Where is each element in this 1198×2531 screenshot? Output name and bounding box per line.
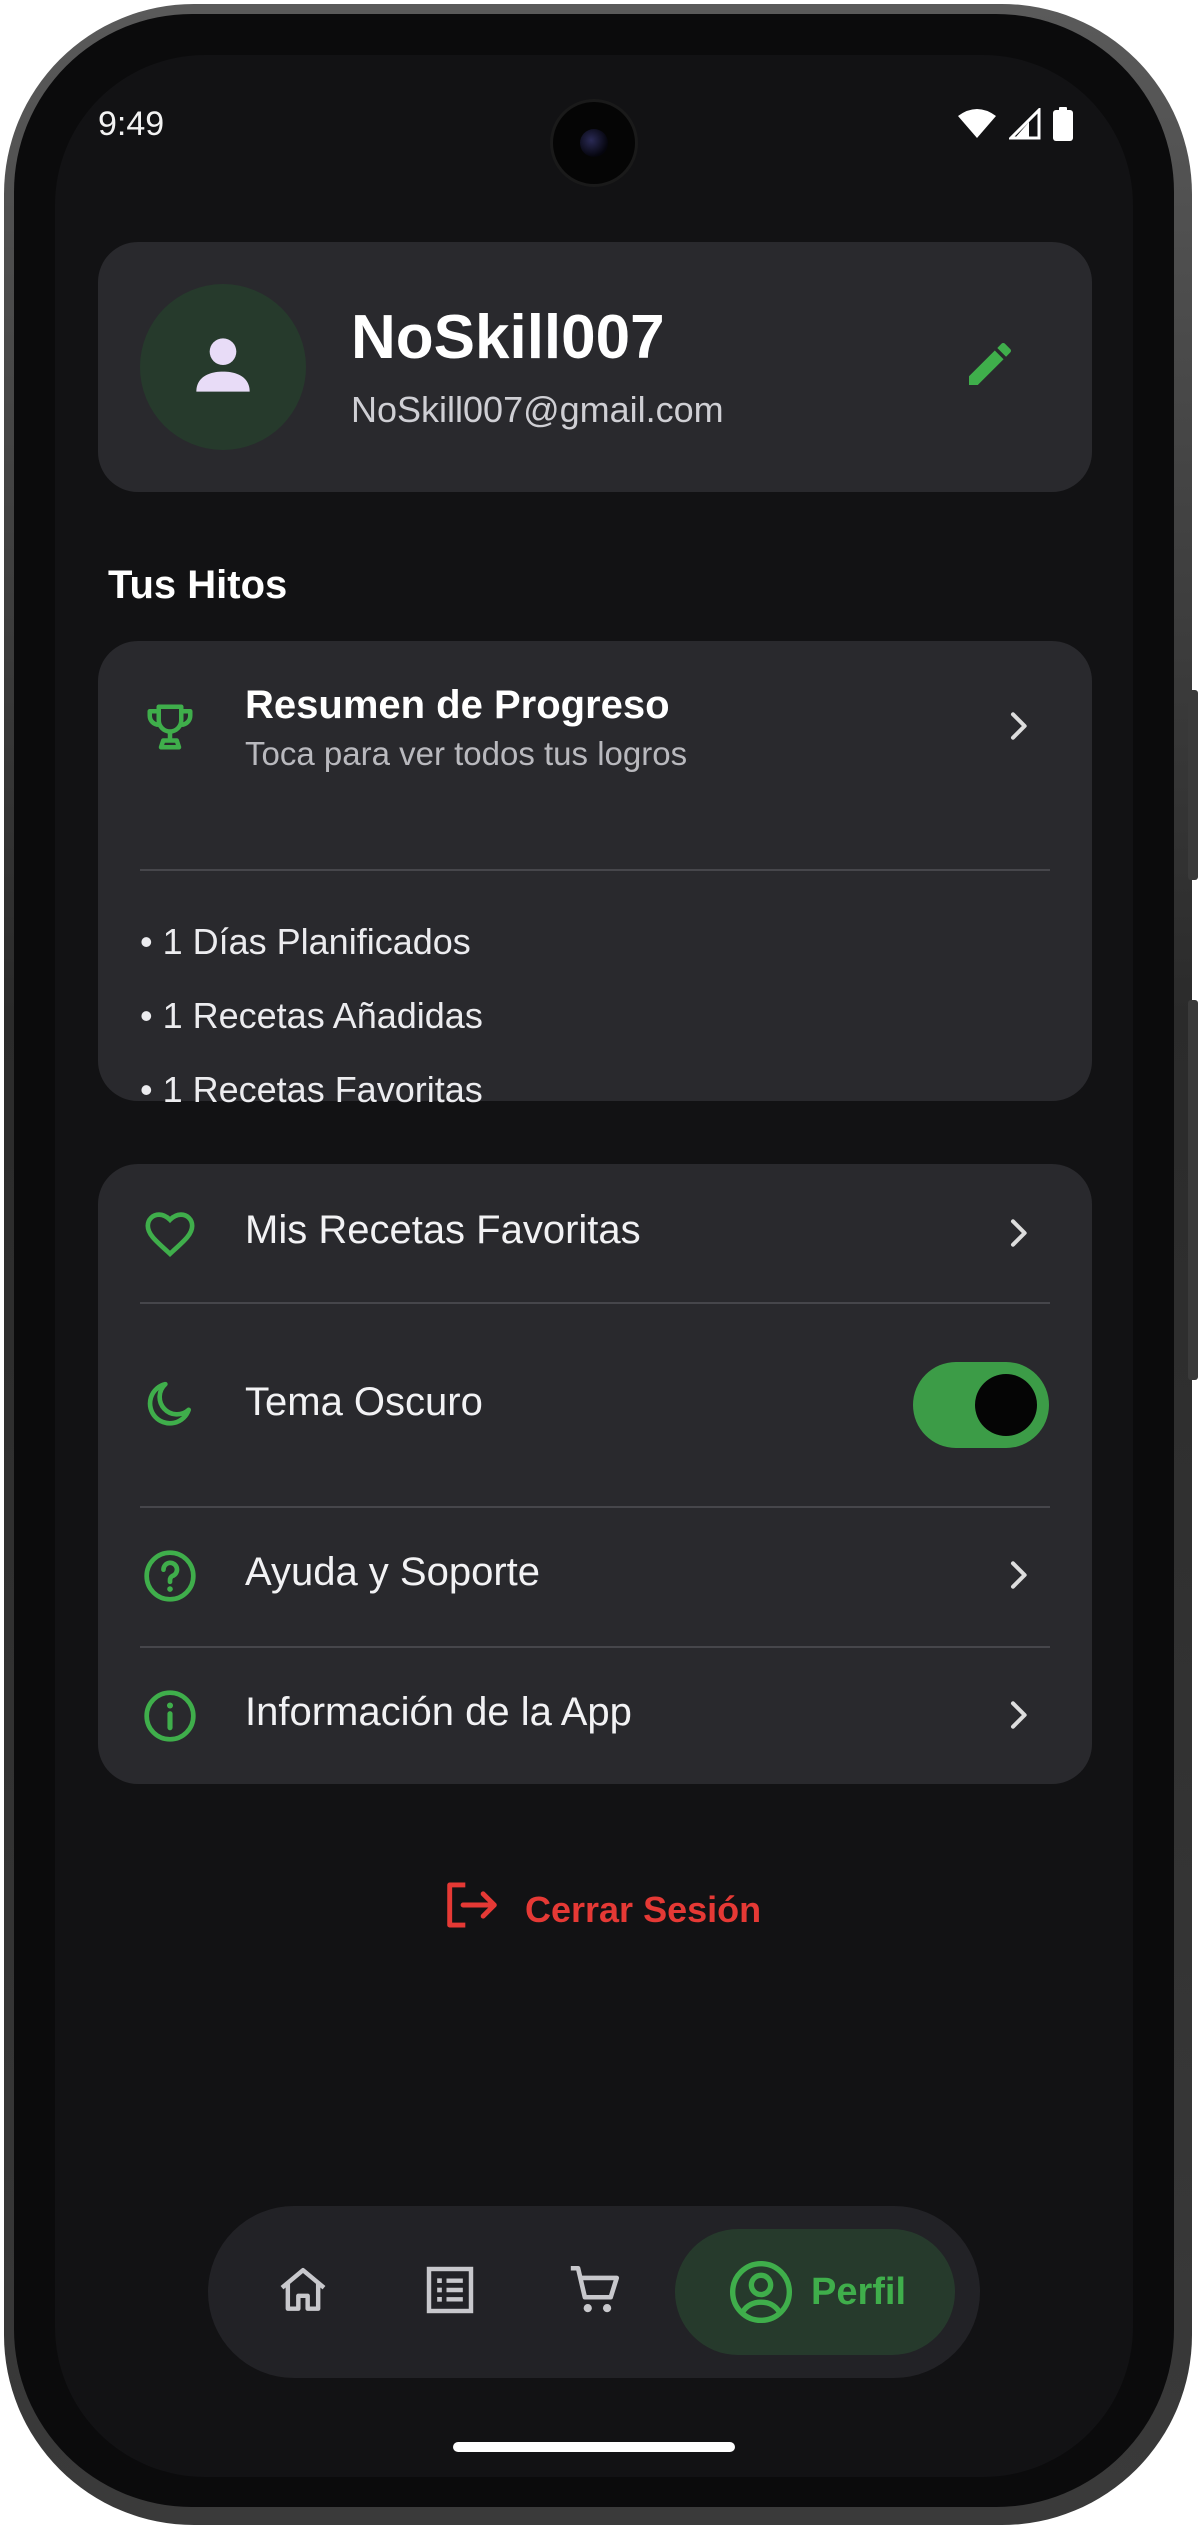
toggle-knob [975,1374,1037,1436]
progress-subtitle: Toca para ver todos tus logros [245,735,688,772]
avatar [140,284,306,450]
nav-profile[interactable]: Perfil [675,2229,955,2355]
settings-item-favorites[interactable]: Mis Recetas Favoritas [98,1164,1092,1302]
bottom-navigation: Perfil [208,2206,980,2378]
profile-username: NoSkill007 [351,303,665,372]
info-icon [140,1686,200,1746]
nav-list[interactable] [410,2252,490,2332]
home-indicator[interactable] [453,2442,735,2452]
progress-title: Resumen de Progreso [245,683,670,727]
nav-cart[interactable] [555,2252,635,2332]
logout-label: Cerrar Sesión [525,1888,762,1930]
profile-icon [727,2258,795,2326]
logout-icon [443,1878,501,1941]
home-icon [275,2262,331,2323]
chevron-right-icon [993,1550,1043,1600]
power-button [1188,690,1198,880]
moon-icon [140,1374,200,1434]
settings-item-app-info[interactable]: Información de la App [98,1648,1092,1784]
screen: 9:49 NoSkill007 NoSkill007@gmail.com Tus… [55,55,1133,2477]
profile-email: NoSkill007@gmail.com [351,389,724,430]
chevron-right-icon [993,1208,1043,1258]
list-icon [422,2262,478,2323]
heart-icon [140,1204,200,1264]
person-icon [183,325,263,410]
progress-summary-card[interactable]: Resumen de Progreso Toca para ver todos … [98,641,1092,1110]
pencil-icon [962,336,1018,397]
chevron-right-icon [993,701,1043,751]
front-camera [553,102,635,184]
milestone-item: • 1 Días Planificados [140,921,471,962]
dark-theme-toggle[interactable] [913,1362,1049,1448]
status-time: 9:49 [98,105,165,143]
chevron-right-icon [993,1690,1043,1740]
settings-label: Ayuda y Soporte [245,1550,541,1594]
battery-icon [1053,107,1073,146]
cart-icon [566,2261,624,2324]
settings-card: Mis Recetas Favoritas Tema Oscuro Ayuda … [98,1164,1092,1784]
nav-profile-label: Perfil [811,2270,907,2313]
nav-home[interactable] [263,2252,343,2332]
section-title-milestones: Tus Hitos [108,563,288,607]
help-circle-icon [140,1546,200,1606]
milestone-item: • 1 Recetas Añadidas [140,995,483,1036]
settings-label: Información de la App [245,1690,632,1734]
settings-item-help[interactable]: Ayuda y Soporte [98,1508,1092,1646]
signal-icon [1007,106,1041,145]
settings-label: Mis Recetas Favoritas [245,1208,641,1252]
status-icons [957,106,1073,146]
settings-label: Tema Oscuro [245,1380,483,1424]
milestone-item: • 1 Recetas Favoritas [140,1069,483,1110]
wifi-icon [957,108,997,145]
logout-button[interactable]: Cerrar Sesión [443,1878,761,1941]
profile-card: NoSkill007 NoSkill007@gmail.com [98,242,1092,492]
divider [140,869,1050,871]
trophy-icon [140,697,200,757]
edit-profile-button[interactable] [958,334,1022,398]
volume-button [1188,1000,1198,1380]
